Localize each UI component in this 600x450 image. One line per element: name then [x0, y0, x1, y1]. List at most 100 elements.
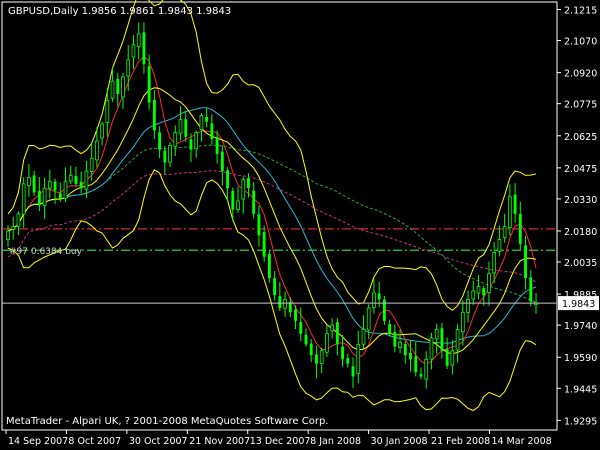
- candle-body-up: [6, 230, 10, 240]
- candle-body-down: [299, 322, 303, 334]
- candle-body-up: [434, 329, 439, 340]
- candle-body-down: [388, 324, 392, 334]
- candle-body-down: [163, 150, 167, 163]
- candle-body-down: [346, 358, 350, 364]
- candle-body-down: [210, 123, 214, 139]
- candle-body-down: [482, 288, 486, 296]
- candle-body-up: [476, 286, 481, 294]
- candle-body-up: [27, 177, 31, 186]
- candle-body-down: [189, 139, 193, 150]
- candle-body-down: [314, 354, 318, 364]
- candle-body-down: [152, 99, 156, 131]
- candle-body-down: [37, 190, 41, 206]
- symbol-header: GBPUSD,Daily 1.9856 1.9861 1.9843 1.9843: [8, 6, 231, 17]
- candle-body-up: [283, 299, 287, 309]
- candle-body-down: [351, 366, 355, 377]
- time-tick-label: 13 Dec 2007: [250, 436, 311, 447]
- time-tick-label: 8 Jan 2008: [310, 436, 361, 447]
- candle-body-up: [84, 170, 89, 190]
- order-label: #97 0.6384 buy: [9, 247, 83, 257]
- candle-body-down: [288, 302, 292, 313]
- candle-body-down: [79, 181, 83, 189]
- candle-body-up: [178, 119, 183, 134]
- candle-body-down: [513, 194, 517, 214]
- price-tick-label: 2.0920: [564, 69, 597, 80]
- candle-body-up: [471, 290, 476, 300]
- candle-body-up: [508, 196, 512, 229]
- candle-body-down: [419, 373, 423, 377]
- candle-body-up: [450, 350, 455, 366]
- candle-body-up: [95, 140, 99, 161]
- candle-body-down: [403, 343, 407, 356]
- candle-body-up: [110, 80, 115, 99]
- candle-body-up: [424, 358, 429, 380]
- price-tick-label: 2.0180: [564, 227, 597, 238]
- price-tick-label: 2.1070: [564, 37, 597, 48]
- candle-body-up: [236, 200, 240, 210]
- candle-body-down: [147, 66, 151, 103]
- candle-body-down: [220, 151, 224, 172]
- candle-body-up: [460, 311, 465, 333]
- price-tick-label: 2.0035: [564, 258, 597, 269]
- price-tick-label: 1.9740: [564, 321, 597, 332]
- candle-body-down: [262, 232, 266, 257]
- candle-body-up: [136, 33, 141, 47]
- candle-body-down: [335, 322, 339, 345]
- candle-body-up: [429, 337, 434, 360]
- candle-body-up: [89, 157, 94, 172]
- candle-body-up: [455, 329, 460, 351]
- candle-body-down: [184, 119, 188, 137]
- time-tick-label: 14 Sep 2007: [8, 436, 68, 447]
- candle-body-up: [21, 183, 26, 215]
- candle-body-up: [105, 100, 110, 124]
- candle-body-down: [142, 32, 146, 65]
- price-tick-label: 2.0625: [564, 132, 597, 143]
- candle-body-up: [466, 299, 470, 313]
- time-tick-label: 14 Mar 2008: [491, 436, 551, 447]
- candle-body-up: [131, 44, 136, 58]
- candle-body-down: [58, 193, 62, 199]
- candle-body-up: [361, 329, 366, 345]
- candle-body-down: [158, 132, 162, 150]
- candle-body-up: [366, 307, 371, 331]
- price-tick-label: 1.9590: [564, 353, 597, 364]
- price-chart[interactable]: 1.9843 GBPUSD,Daily 1.9856 1.9861 1.9843…: [0, 0, 600, 450]
- candle-body-down: [205, 117, 209, 122]
- candle-body-down: [247, 178, 250, 189]
- candle-body-down: [53, 181, 57, 191]
- candle-body-up: [11, 226, 16, 230]
- candle-body-down: [377, 293, 381, 300]
- candle-body-up: [168, 144, 172, 163]
- price-tick-label: 2.0330: [564, 195, 597, 206]
- candle-body-down: [257, 214, 261, 236]
- candle-body-down: [440, 328, 444, 351]
- candle-body-up: [63, 181, 68, 199]
- candle-body-up: [126, 59, 131, 77]
- price-tick-label: 1.9445: [564, 384, 597, 395]
- time-tick-label: 30 Jan 2008: [371, 436, 428, 447]
- candle-body-down: [278, 296, 282, 309]
- candle-body-down: [529, 277, 533, 302]
- candle-body-up: [325, 333, 329, 353]
- candle-body-up: [492, 251, 497, 274]
- time-tick-label: 21 Nov 2007: [189, 436, 250, 447]
- candle-body-up: [173, 132, 178, 147]
- candle-body-up: [487, 273, 491, 293]
- time-tick-label: 30 Oct 2007: [129, 436, 188, 447]
- copyright-footer: MetaTrader - Alpari UK, ? 2001-2008 Meta…: [6, 416, 328, 427]
- candle-body-up: [47, 181, 52, 189]
- candle-body-down: [116, 78, 120, 95]
- candle-body-down: [341, 346, 345, 360]
- candle-body-down: [524, 245, 527, 279]
- candle-body-up: [100, 123, 104, 139]
- candle-body-up: [121, 76, 125, 98]
- candle-body-down: [445, 349, 449, 366]
- candle-body-down: [252, 190, 256, 214]
- candle-body-up: [356, 343, 361, 374]
- candle-body-down: [393, 332, 397, 347]
- candle-body-down: [414, 356, 418, 373]
- price-tick-label: 2.0775: [564, 100, 597, 111]
- candle-body-up: [241, 179, 246, 200]
- candle-body-up: [68, 174, 73, 182]
- candle-body-down: [304, 334, 308, 345]
